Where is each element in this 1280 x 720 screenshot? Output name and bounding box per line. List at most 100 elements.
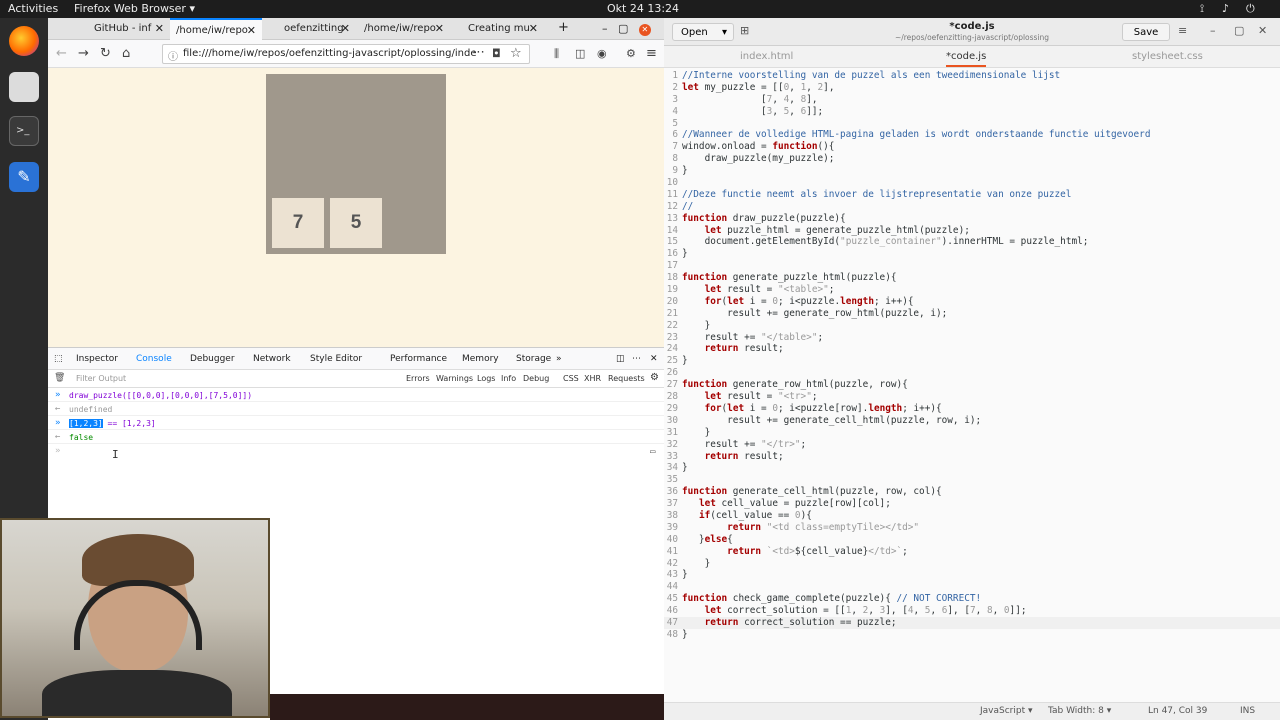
filter-output-input[interactable]: Filter Output <box>76 374 126 383</box>
code-line[interactable]: 25} <box>664 355 1280 367</box>
more-tabs-icon[interactable]: » <box>556 354 562 364</box>
code-line[interactable]: 28 let result = "<tr>"; <box>664 391 1280 403</box>
tab-storage[interactable]: Storage <box>516 354 551 364</box>
code-line[interactable]: 12 // <box>664 201 1280 213</box>
code-line[interactable]: 40 }else{ <box>664 534 1280 546</box>
code-line[interactable]: 20 for(let i = 0; i<puzzle.length; i++){ <box>664 296 1280 308</box>
tab-network[interactable]: Network <box>253 354 291 364</box>
filter-debug[interactable]: Debug <box>523 374 549 383</box>
code-line[interactable]: 9} <box>664 165 1280 177</box>
code-line[interactable]: 32 result += "</tr>"; <box>664 439 1280 451</box>
code-line[interactable]: 4 [3, 5, 6]]; <box>664 106 1280 118</box>
power-icon[interactable]: ⏻ <box>1246 2 1255 16</box>
network-icon[interactable]: ⟟ <box>1200 2 1204 16</box>
sidebar-icon[interactable]: ◫ <box>575 47 585 60</box>
filter-errors[interactable]: Errors <box>406 374 430 383</box>
puzzle-tile[interactable]: 7 <box>272 198 324 248</box>
menu-icon[interactable]: ≡ <box>646 46 657 61</box>
minimize-icon[interactable]: – <box>1210 24 1216 37</box>
volume-icon[interactable]: ♪ <box>1222 2 1229 15</box>
code-line[interactable]: 46 let correct_solution = [[1, 2, 3], [4… <box>664 605 1280 617</box>
code-line[interactable]: 35 <box>664 474 1280 486</box>
close-window-icon[interactable]: ✕ <box>638 24 651 36</box>
close-icon[interactable]: ✕ <box>529 22 538 35</box>
code-line[interactable]: 17 <box>664 260 1280 272</box>
close-icon[interactable]: ✕ <box>247 24 256 37</box>
code-line[interactable]: 1 //Interne voorstelling van de puzzel al… <box>664 70 1280 82</box>
tab-memory[interactable]: Memory <box>462 354 499 364</box>
close-devtools-icon[interactable]: ✕ <box>650 354 658 364</box>
hamburger-menu-icon[interactable]: ≡ <box>1178 24 1187 37</box>
reload-icon[interactable]: ↻ <box>100 46 111 61</box>
code-line[interactable]: 3 [7, 4, 8], <box>664 94 1280 106</box>
code-line[interactable]: 2 let my_puzzle = [[0, 1, 2], <box>664 82 1280 94</box>
extensions-icon[interactable]: ⚙ <box>626 47 636 60</box>
code-line[interactable]: 29 for(let i = 0; i<puzzle[row].length; … <box>664 403 1280 415</box>
code-line[interactable]: 48} <box>664 629 1280 641</box>
console-settings-icon[interactable]: ⚙ <box>650 372 659 383</box>
filter-xhr[interactable]: XHR <box>584 374 601 383</box>
tab-console[interactable]: Console <box>136 354 172 364</box>
code-line[interactable]: 38 if(cell_value == 0){ <box>664 510 1280 522</box>
code-line[interactable]: 5 <box>664 118 1280 130</box>
tab-home-repo-active[interactable]: /home/iw/repo ✕ <box>170 18 262 40</box>
code-line[interactable]: 39 return "<td class=emptyTile></td>" <box>664 522 1280 534</box>
firefox-icon[interactable] <box>9 26 39 56</box>
code-area[interactable]: 1 //Interne voorstelling van de puzzel al… <box>664 70 1280 641</box>
code-line[interactable]: 33 return result; <box>664 451 1280 463</box>
code-line[interactable]: 26 <box>664 367 1280 379</box>
filter-warnings[interactable]: Warnings <box>436 374 473 383</box>
clock[interactable]: Okt 24 13:24 <box>607 2 679 15</box>
code-line[interactable]: 10 <box>664 177 1280 189</box>
code-line[interactable]: 7 window.onload = function(){ <box>664 141 1280 153</box>
code-line[interactable]: 27 function generate_row_html(puzzle, row… <box>664 379 1280 391</box>
terminal-icon[interactable]: >_ <box>9 116 39 146</box>
code-line[interactable]: 18 function generate_puzzle_html(puzzle){ <box>664 272 1280 284</box>
code-line[interactable]: 37 let cell_value = puzzle[row][col]; <box>664 498 1280 510</box>
element-picker-icon[interactable]: ⬚ <box>54 354 63 364</box>
tab-stylesheet-css[interactable]: stylesheet.css <box>1132 51 1203 62</box>
code-line[interactable]: 36 function generate_cell_html(puzzle, ro… <box>664 486 1280 498</box>
code-line[interactable]: 11 //Deze functie neemt als invoer de lij… <box>664 189 1280 201</box>
tab-performance[interactable]: Performance <box>390 354 447 364</box>
page-actions-icon[interactable]: ⋯ <box>472 45 485 60</box>
tab-width-selector[interactable]: Tab Width: 8 ▾ <box>1048 706 1111 716</box>
console-input-field[interactable]: » I ▭ <box>48 444 664 464</box>
filter-requests[interactable]: Requests <box>608 374 645 383</box>
code-line[interactable]: 24 return result; <box>664 343 1280 355</box>
tab-oefenzitting[interactable]: oefenzitting ✕ <box>264 18 356 40</box>
tab-code-js[interactable]: *code.js <box>946 51 987 67</box>
tab-index-html[interactable]: index.html <box>740 51 793 62</box>
tab-debugger[interactable]: Debugger <box>190 354 235 364</box>
filter-css[interactable]: CSS <box>563 374 579 383</box>
filter-logs[interactable]: Logs <box>477 374 495 383</box>
code-line[interactable]: 21 result += generate_row_html(puzzle, i… <box>664 308 1280 320</box>
forward-arrow-icon[interactable]: → <box>78 46 89 61</box>
bookmark-star-icon[interactable]: ☆ <box>510 46 522 61</box>
code-line[interactable]: 22 } <box>664 320 1280 332</box>
code-line[interactable]: 14 let puzzle_html = generate_puzzle_htm… <box>664 225 1280 237</box>
window-controls[interactable]: – ▢ ✕ <box>596 18 662 40</box>
tab-style-editor[interactable]: Style Editor <box>310 354 362 364</box>
filter-info[interactable]: Info <box>501 374 516 383</box>
editor-mode-icon[interactable]: ▭ <box>650 447 655 457</box>
account-icon[interactable]: ◉ <box>597 47 607 60</box>
code-line[interactable]: 6 //Wanneer de volledige HTML-pagina gela… <box>664 129 1280 141</box>
tab-github[interactable]: GitHub - inf ✕ <box>88 18 170 40</box>
dock-side-icon[interactable]: ◫ <box>616 354 625 364</box>
maximize-icon[interactable]: ▢ <box>1234 24 1244 37</box>
language-selector[interactable]: JavaScript ▾ <box>980 706 1033 716</box>
code-line[interactable]: 43} <box>664 569 1280 581</box>
close-icon[interactable]: ✕ <box>435 22 444 35</box>
code-line[interactable]: 41 return `<td>${cell_value}</td>`; <box>664 546 1280 558</box>
code-line[interactable]: 19 let result = "<table>"; <box>664 284 1280 296</box>
tab-home-repo[interactable]: /home/iw/repo ✕ <box>358 18 450 40</box>
code-line[interactable]: 8 draw_puzzle(my_puzzle); <box>664 153 1280 165</box>
text-editor-icon[interactable]: ✎ <box>9 162 39 192</box>
code-line[interactable]: 31 } <box>664 427 1280 439</box>
close-icon[interactable]: ✕ <box>341 22 350 35</box>
code-line[interactable]: 34} <box>664 462 1280 474</box>
code-line[interactable]: 44 <box>664 581 1280 593</box>
code-line[interactable]: 30 result += generate_cell_html(puzzle, … <box>664 415 1280 427</box>
app-menu[interactable]: Firefox Web Browser ▾ <box>74 2 195 15</box>
